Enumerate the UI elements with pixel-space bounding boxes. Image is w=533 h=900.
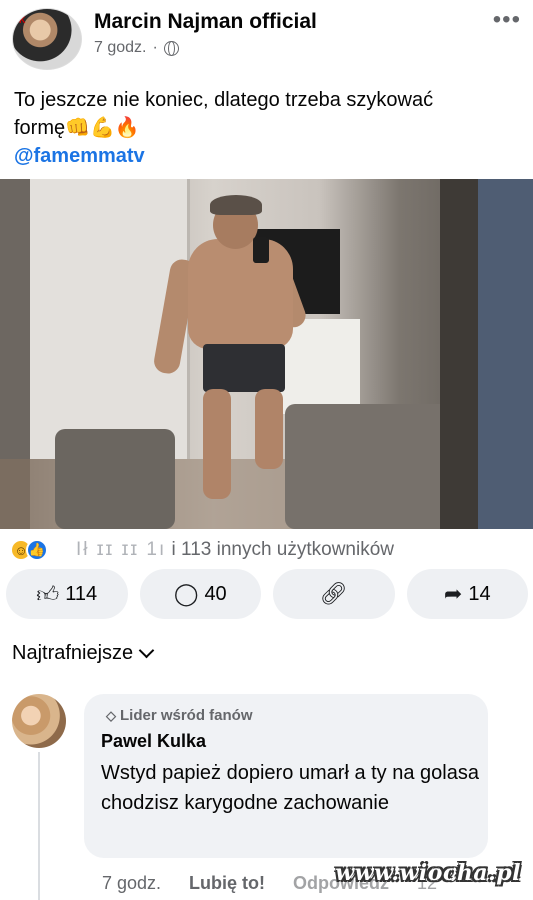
- share-button[interactable]: ➦ 14: [406, 569, 528, 619]
- photo-person-leg-left: [203, 389, 231, 499]
- photo-person-shorts: [203, 344, 285, 392]
- photo-phone: [253, 237, 269, 263]
- comment-text: Wstyd papież dopiero umarł a ty na golas…: [101, 762, 479, 814]
- comment-sort-label: Najtrafniejsze: [12, 642, 134, 664]
- reactions-blurred-names: Ił ɪɪ ɪɪ 1ı: [76, 539, 167, 560]
- post-header: K Marcin Najman official 7 godz. · •••: [0, 0, 533, 80]
- fan-badge-label: Lider wśród fanów: [120, 707, 253, 724]
- copy-link-button[interactable]: 🔗︎: [273, 569, 395, 619]
- post-photo[interactable]: [0, 179, 533, 529]
- post-emojis: 👊💪🔥: [65, 117, 140, 139]
- author-name[interactable]: Marcin Najman official: [94, 10, 317, 34]
- photo-person-hat: [210, 195, 262, 215]
- comment-icon: ◯: [173, 581, 199, 606]
- photo-right-room: [478, 179, 533, 529]
- photo-sofa-left: [55, 429, 175, 529]
- globe-icon: [163, 40, 179, 56]
- post-text-line2: formę: [14, 117, 66, 139]
- like-icon: 👍: [26, 539, 48, 561]
- fan-badge: ◇ Lider wśród fanów: [106, 707, 253, 724]
- action-bar: 👍︎ 114 ◯ 40 🔗︎ ➦ 14: [6, 569, 528, 619]
- post-meta: 7 godz. ·: [94, 39, 179, 57]
- chevron-down-icon: [138, 642, 155, 659]
- thumbs-up-icon: 👍︎: [36, 581, 60, 607]
- share-arrow-icon: ➦: [443, 581, 463, 606]
- photo-person-leg-right: [255, 389, 283, 469]
- comment-time[interactable]: 7 godz.: [102, 873, 161, 894]
- avatar-brand-logo: K: [19, 15, 26, 25]
- share-count: 14: [468, 582, 491, 605]
- like-count: 114: [65, 582, 98, 605]
- comment-like-button[interactable]: Lubię to!: [189, 873, 265, 894]
- link-icon: 🔗︎: [319, 581, 348, 606]
- commenter-avatar[interactable]: [12, 694, 66, 748]
- like-button[interactable]: 👍︎ 114: [6, 569, 128, 619]
- comment-thread-line: [38, 752, 40, 900]
- comment-sort-dropdown[interactable]: Najtrafniejsze: [12, 642, 155, 665]
- comment-button[interactable]: ◯ 40: [139, 569, 261, 619]
- reactions-summary-text: i 113 innych użytkowników: [171, 539, 395, 560]
- photo-mirror-frame-right: [440, 179, 478, 529]
- mention-link[interactable]: @famemmatv: [14, 145, 145, 167]
- watermark: www.wiocha.pl: [335, 860, 521, 886]
- post-time[interactable]: 7 godz.: [94, 39, 146, 57]
- post-text: To jeszcze nie koniec, dlatego trzeba sz…: [14, 86, 524, 170]
- author-avatar[interactable]: K: [12, 8, 82, 70]
- diamond-icon: ◇: [106, 707, 116, 723]
- comment-count: 40: [204, 582, 227, 605]
- reactions-summary[interactable]: ☺ 👍 Ił ɪɪ ɪɪ 1ı i 113 innych użytkownikó…: [10, 535, 525, 565]
- comment-author[interactable]: Pawel Kulka: [101, 731, 206, 752]
- more-options-icon[interactable]: •••: [493, 6, 521, 34]
- reactions-text: Ił ɪɪ ɪɪ 1ı i 113 innych użytkowników: [76, 539, 394, 561]
- photo-person-torso: [188, 239, 293, 349]
- meta-separator: ·: [152, 39, 158, 56]
- post-text-line1: To jeszcze nie koniec, dlatego trzeba sz…: [14, 89, 434, 111]
